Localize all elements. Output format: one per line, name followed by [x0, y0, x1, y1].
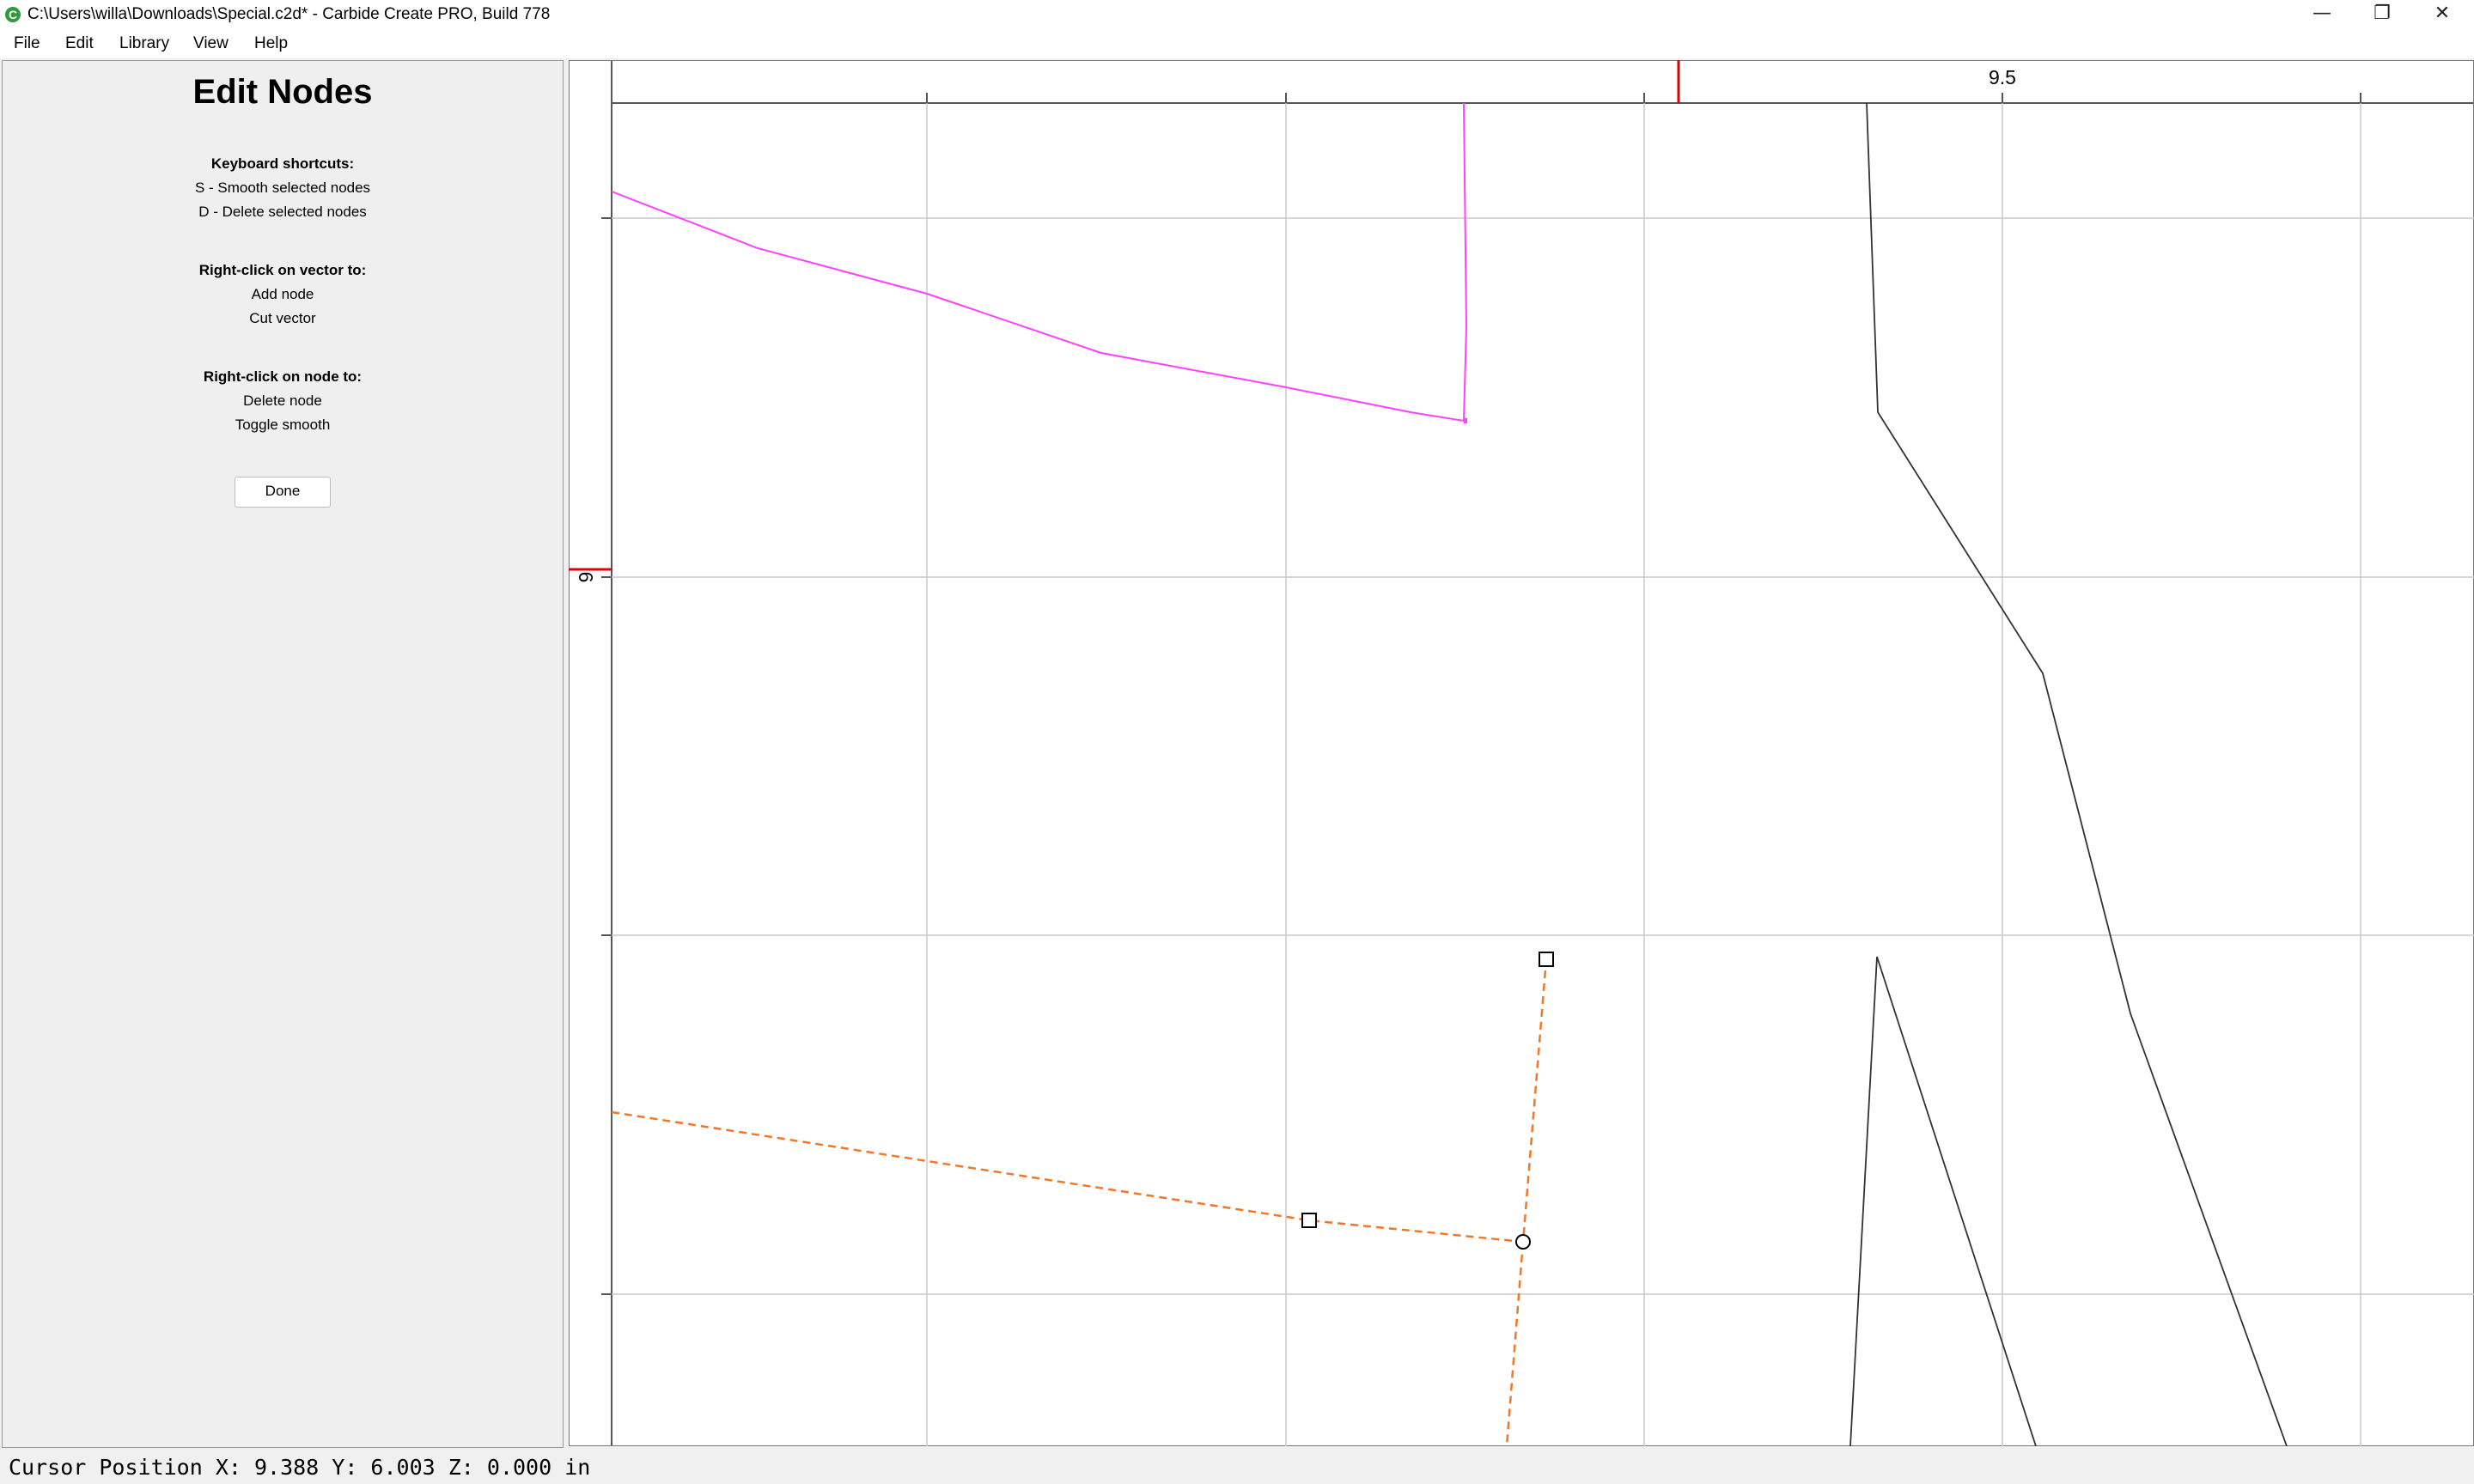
- corner-node-handle[interactable]: [1301, 1213, 1317, 1228]
- horizontal-ruler[interactable]: [569, 60, 2474, 103]
- canvas-drawing[interactable]: 9.5 6: [568, 59, 2474, 1447]
- vector-add-node-text: Add node: [251, 286, 314, 302]
- magenta-vector[interactable]: [611, 102, 1468, 423]
- carbide-create-app-icon: C: [5, 7, 21, 22]
- menu-edit[interactable]: Edit: [65, 34, 94, 53]
- minimize-button[interactable]: —: [2292, 0, 2352, 29]
- status-bar: Cursor Position X: 9.388 Y: 6.003 Z: 0.0…: [0, 1450, 2474, 1484]
- design-canvas[interactable]: 9.5 6: [568, 59, 2474, 1447]
- shortcut-smooth-text: S - Smooth selected nodes: [194, 179, 371, 196]
- vertical-ruler[interactable]: [569, 60, 612, 1446]
- vector-rightclick-heading: Right-click on vector to:: [198, 262, 367, 278]
- node-rightclick-heading: Right-click on node to:: [203, 368, 363, 385]
- node-toggle-smooth-text: Toggle smooth: [235, 417, 331, 433]
- grid: [612, 103, 2474, 1446]
- menu-library[interactable]: Library: [119, 34, 169, 53]
- ruler-y-label: 6: [575, 572, 597, 583]
- cursor-position-readout: Cursor Position X: 9.388 Y: 6.003 Z: 0.0…: [9, 1455, 591, 1480]
- restore-button[interactable]: ❐: [2352, 0, 2412, 29]
- panel-title: Edit Nodes: [192, 73, 373, 111]
- vector-cut-text: Cut vector: [249, 310, 316, 326]
- done-button[interactable]: Done: [235, 477, 331, 508]
- shortcuts-heading: Keyboard shortcuts:: [210, 155, 355, 172]
- ruler-ticks: [601, 93, 2361, 1295]
- menu-bar: File Edit Library View Help: [0, 29, 2474, 58]
- close-window-button[interactable]: ✕: [2412, 0, 2472, 29]
- menu-view[interactable]: View: [193, 34, 229, 53]
- dark-vector-right[interactable]: [1866, 102, 2288, 1447]
- ruler-x-label: 9.5: [1989, 66, 2016, 88]
- smooth-node-handle[interactable]: [1515, 1234, 1531, 1250]
- window-title: C:\Users\willa\Downloads\Special.c2d* - …: [27, 5, 551, 23]
- shortcut-delete-text: D - Delete selected nodes: [198, 204, 367, 220]
- corner-node-handle[interactable]: [1539, 952, 1554, 967]
- menu-help[interactable]: Help: [254, 34, 288, 53]
- selected-vector-tail[interactable]: [1505, 1241, 1525, 1447]
- node-delete-text: Delete node: [243, 392, 322, 409]
- title-bar: C C:\Users\willa\Downloads\Special.c2d* …: [0, 0, 2474, 29]
- dark-vector-peak[interactable]: [1849, 956, 2037, 1447]
- menu-file[interactable]: File: [14, 34, 40, 53]
- magenta-vector-node[interactable]: [1464, 418, 1467, 423]
- selected-vector[interactable]: [611, 958, 1548, 1244]
- edit-nodes-panel: Edit Nodes Keyboard shortcuts: S - Smoot…: [2, 60, 564, 1448]
